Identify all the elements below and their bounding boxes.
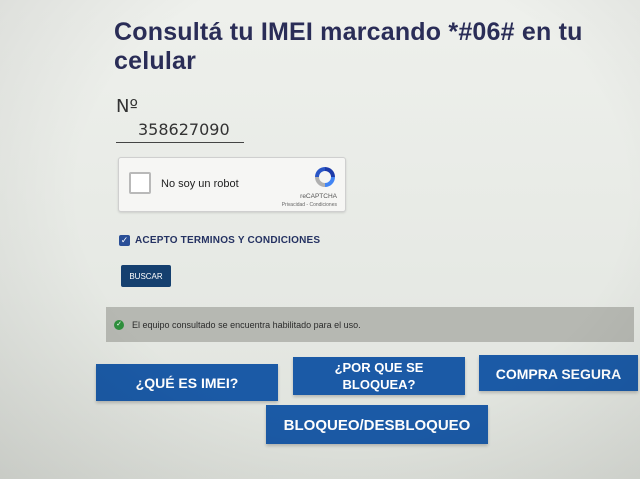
por-que-line-1: ¿POR QUE SE (334, 360, 424, 375)
que-es-imei-button[interactable]: ¿QUÉ ES IMEI? (96, 364, 278, 401)
terms-row[interactable]: ✓ ACEPTO TERMINOS Y CONDICIONES (119, 235, 320, 246)
recaptcha-widget: No soy un robot reCAPTCHA Privacidad - C… (118, 157, 346, 212)
check-circle-icon: ✓ (114, 319, 124, 330)
status-alert: ✓ El equipo consultado se encuentra habi… (106, 307, 634, 342)
terms-checkbox[interactable]: ✓ (119, 235, 130, 246)
compra-segura-button[interactable]: COMPRA SEGURA (479, 355, 638, 391)
imei-input[interactable] (116, 117, 244, 143)
recaptcha-brand: reCAPTCHA (300, 193, 337, 200)
por-que-se-bloquea-button[interactable]: ¿POR QUE SE BLOQUEA? (293, 357, 465, 395)
por-que-line-2: BLOQUEA? (342, 377, 416, 392)
imei-label: Nº (116, 96, 138, 117)
recaptcha-links[interactable]: Privacidad - Condiciones (282, 202, 337, 208)
recaptcha-label: No soy un robot (161, 178, 239, 190)
recaptcha-logo-icon (315, 167, 335, 187)
status-alert-text: El equipo consultado se encuentra habili… (132, 319, 361, 330)
page-title: Consultá tu IMEI marcando *#06# en tu ce… (114, 18, 583, 75)
recaptcha-checkbox[interactable] (129, 172, 151, 194)
terms-label[interactable]: ACEPTO TERMINOS Y CONDICIONES (135, 235, 320, 246)
bloqueo-desbloqueo-button[interactable]: BLOQUEO/DESBLOQUEO (266, 405, 488, 444)
imei-check-page: Consultá tu IMEI marcando *#06# en tu ce… (0, 0, 640, 479)
search-button[interactable]: BUSCAR (121, 265, 171, 287)
